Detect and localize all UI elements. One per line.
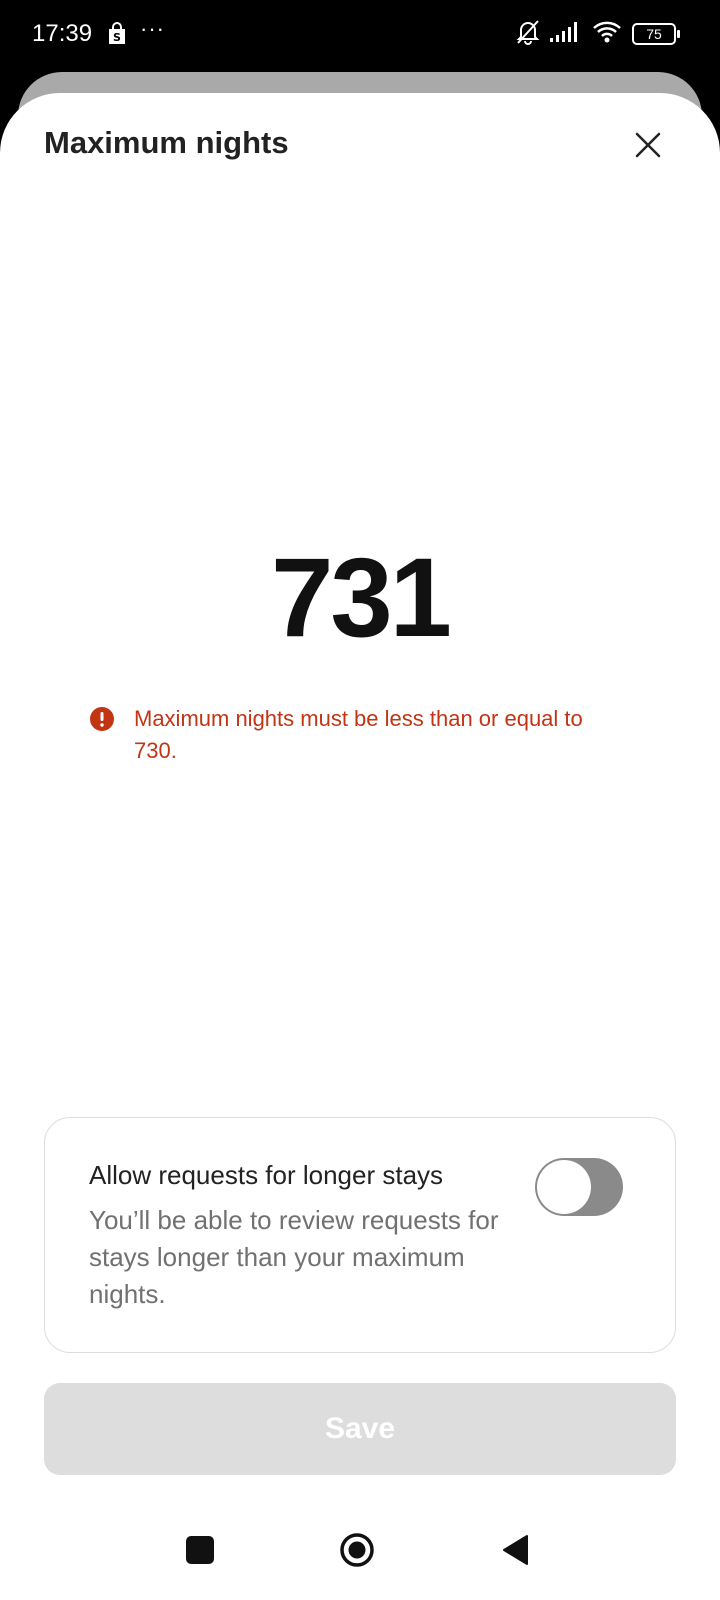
page-title: Maximum nights	[44, 125, 289, 160]
nights-value-input[interactable]: 731	[0, 533, 720, 663]
shopping-bag-icon: S	[107, 22, 127, 46]
longer-stays-description: You’ll be able to review requests for st…	[89, 1205, 499, 1309]
more-notifications-indicator: ···	[140, 16, 165, 41]
status-bar: 17:39 S ··· 75	[0, 0, 720, 70]
close-icon	[635, 132, 661, 158]
status-time: 17:39	[32, 20, 93, 47]
longer-stays-toggle[interactable]	[535, 1158, 623, 1216]
status-icons: 75	[516, 18, 680, 50]
wifi-icon	[592, 20, 622, 49]
longer-stays-title: Allow requests for longer stays	[89, 1160, 444, 1190]
error-text: Maximum nights must be less than or equa…	[134, 706, 583, 763]
battery-icon: 75	[632, 23, 680, 45]
longer-stays-card: Allow requests for longer stays You’ll b…	[44, 1117, 676, 1353]
signal-icon	[550, 21, 582, 48]
maximum-nights-sheet: Maximum nights 731 Maximum nights must b…	[0, 93, 720, 1600]
toggle-knob	[537, 1160, 591, 1214]
home-icon[interactable]	[339, 1532, 375, 1568]
close-button[interactable]	[632, 129, 664, 161]
error-message: Maximum nights must be less than or equa…	[90, 703, 630, 767]
save-button[interactable]: Save	[44, 1383, 676, 1475]
navigation-bar	[0, 1503, 720, 1600]
error-icon	[90, 707, 114, 731]
back-icon[interactable]	[501, 1534, 529, 1566]
svg-text:S: S	[113, 31, 121, 44]
recents-icon[interactable]	[186, 1536, 214, 1564]
bell-off-icon	[516, 19, 540, 50]
